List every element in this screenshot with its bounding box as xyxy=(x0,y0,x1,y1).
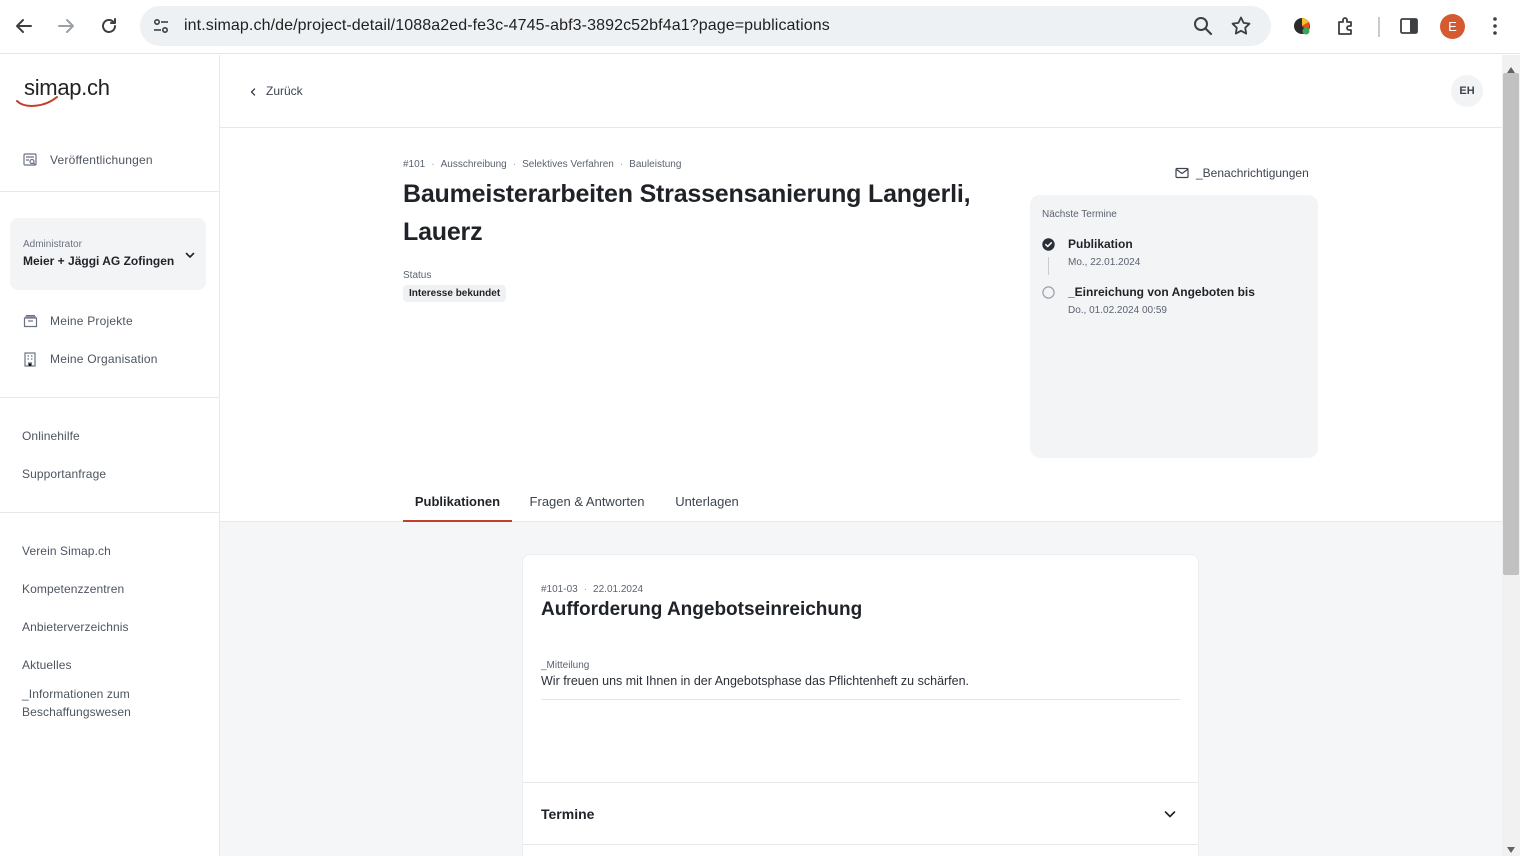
org-role: Administrator xyxy=(23,239,82,250)
nav-my-projects-label: Meine Projekte xyxy=(50,314,133,328)
publication-meta: #101-03 · 22.01.2024 xyxy=(541,584,644,595)
nav-my-organisation-label: Meine Organisation xyxy=(50,352,158,366)
status-label: Status xyxy=(403,270,432,281)
link-aktuelles[interactable]: Aktuelles xyxy=(22,656,72,674)
extension-color-icon[interactable] xyxy=(1289,13,1315,39)
toolbar-divider xyxy=(1378,17,1380,37)
forward-arrow-icon[interactable] xyxy=(52,12,80,40)
search-list-icon xyxy=(22,152,38,168)
empty-circle-icon xyxy=(1042,286,1055,299)
reload-icon[interactable] xyxy=(95,12,123,40)
page-scrollbar[interactable] xyxy=(1502,55,1520,856)
back-arrow-icon[interactable] xyxy=(10,12,38,40)
sidebar-divider xyxy=(0,397,219,398)
link-informationen-line2: Beschaffungswesen xyxy=(22,705,131,719)
mail-icon xyxy=(1175,167,1189,179)
link-verein[interactable]: Verein Simap.ch xyxy=(22,542,111,560)
back-link[interactable]: Zurück xyxy=(248,83,303,99)
link-kompetenzzentren[interactable]: Kompetenzzentren xyxy=(22,580,124,598)
building-icon xyxy=(22,351,38,367)
link-informationen-line1: _Informationen zum xyxy=(22,687,130,701)
publication-title: Aufforderung Angebotseinreichung xyxy=(541,599,863,620)
tab-bar: Publikationen Fragen & Antworten Unterla… xyxy=(220,483,1502,522)
publications-panel: #101-03 · 22.01.2024 Aufforderung Angebots… xyxy=(220,522,1502,856)
notifications-label: _Benachrichtigungen xyxy=(1196,166,1309,180)
link-supportanfrage[interactable]: Supportanfrage xyxy=(22,465,106,483)
logo-swoosh-icon xyxy=(16,96,58,107)
termine-accordion[interactable]: Termine xyxy=(523,782,1198,845)
project-type: Ausschreibung xyxy=(440,159,507,170)
timeline-date: Do., 01.02.2024 00:59 xyxy=(1068,305,1167,316)
link-informationen[interactable]: _Informationen zum Beschaffungswesen xyxy=(22,685,131,721)
nav-my-projects[interactable]: Meine Projekte xyxy=(22,311,133,331)
profile-avatar[interactable]: E xyxy=(1440,14,1465,39)
main-content: Zurück EH #101 · Ausschreibung · Selektives … xyxy=(220,55,1502,856)
org-name: Meier + Jäggi AG Zofingen xyxy=(23,254,175,268)
address-bar[interactable]: int.simap.ch/de/project-detail/1088a2ed-… xyxy=(140,6,1271,46)
termine-accordion-label: Termine xyxy=(541,806,595,822)
project-number: #101 xyxy=(403,159,426,170)
back-label: Zurück xyxy=(266,84,303,98)
scrollbar-thumb[interactable] xyxy=(1503,73,1519,575)
message-text: Wir freuen uns mit Ihnen in der Angebots… xyxy=(541,674,970,688)
page-header: Zurück EH xyxy=(220,55,1502,128)
tab-fragen-antworten[interactable]: Fragen & Antworten xyxy=(524,483,650,522)
tab-publikationen[interactable]: Publikationen xyxy=(403,483,512,522)
publication-date: 22.01.2024 xyxy=(593,584,644,595)
scroll-down-arrow-icon[interactable] xyxy=(1506,841,1516,853)
page-title: Baumeisterarbeiten Strassensanierung Lan… xyxy=(403,180,971,246)
user-avatar[interactable]: EH xyxy=(1451,75,1483,107)
next-dates-header: Nächste Termine xyxy=(1042,209,1117,220)
zoom-icon[interactable] xyxy=(1192,15,1216,39)
project-meta: #101 · Ausschreibung · Selektives Verfahren ·… xyxy=(403,159,682,170)
link-anbieterverzeichnis[interactable]: Anbieterverzeichnis xyxy=(22,618,129,636)
chevron-down-icon[interactable] xyxy=(184,248,196,260)
message-divider xyxy=(541,699,1180,700)
more-menu-icon[interactable] xyxy=(1482,13,1508,39)
nav-publications-label: Veröffentlichungen xyxy=(50,153,153,167)
check-circle-icon xyxy=(1042,238,1055,251)
bookmark-star-icon[interactable] xyxy=(1230,15,1254,39)
simap-logo[interactable]: simap.ch xyxy=(16,75,136,107)
url-text[interactable]: int.simap.ch/de/project-detail/1088a2ed-… xyxy=(184,6,830,46)
tab-unterlagen[interactable]: Unterlagen xyxy=(668,483,746,522)
browser-toolbar: int.simap.ch/de/project-detail/1088a2ed-… xyxy=(0,0,1520,54)
side-panel-icon[interactable] xyxy=(1396,13,1422,39)
nav-publications[interactable]: Veröffentlichungen xyxy=(22,150,153,170)
notifications-button[interactable]: _Benachrichtigungen xyxy=(1175,165,1309,181)
project-procedure: Selektives Verfahren xyxy=(522,159,614,170)
next-dates-card: Nächste Termine Publikation Mo., 22.01.2… xyxy=(1030,195,1318,458)
project-category: Bauleistung xyxy=(629,159,682,170)
publication-card: #101-03 · 22.01.2024 Aufforderung Angebots… xyxy=(522,554,1199,856)
extensions-puzzle-icon[interactable] xyxy=(1333,13,1359,39)
status-badge: Interesse bekundet xyxy=(403,285,507,302)
organisation-selector[interactable]: Administrator Meier + Jäggi AG Zofingen xyxy=(10,218,206,290)
message-label: _Mitteilung xyxy=(541,660,590,671)
timeline-label: _Einreichung von Angeboten bis xyxy=(1068,285,1255,299)
publication-number: #101-03 xyxy=(541,584,578,595)
timeline-date: Mo., 22.01.2024 xyxy=(1068,257,1141,268)
link-onlinehilfe[interactable]: Onlinehilfe xyxy=(22,427,80,445)
nav-my-organisation[interactable]: Meine Organisation xyxy=(22,349,158,369)
timeline-connector xyxy=(1048,257,1049,275)
scroll-up-arrow-icon[interactable] xyxy=(1506,61,1516,73)
sidebar-divider xyxy=(0,512,219,513)
sidebar-divider xyxy=(0,191,219,192)
folder-icon xyxy=(22,313,38,329)
timeline-label: Publikation xyxy=(1068,237,1133,251)
chevron-left-icon xyxy=(248,86,258,96)
chevron-down-icon[interactable] xyxy=(1163,807,1177,821)
sidebar: simap.ch Veröffentlichungen Administrato… xyxy=(0,55,220,856)
site-settings-icon[interactable] xyxy=(150,15,172,37)
